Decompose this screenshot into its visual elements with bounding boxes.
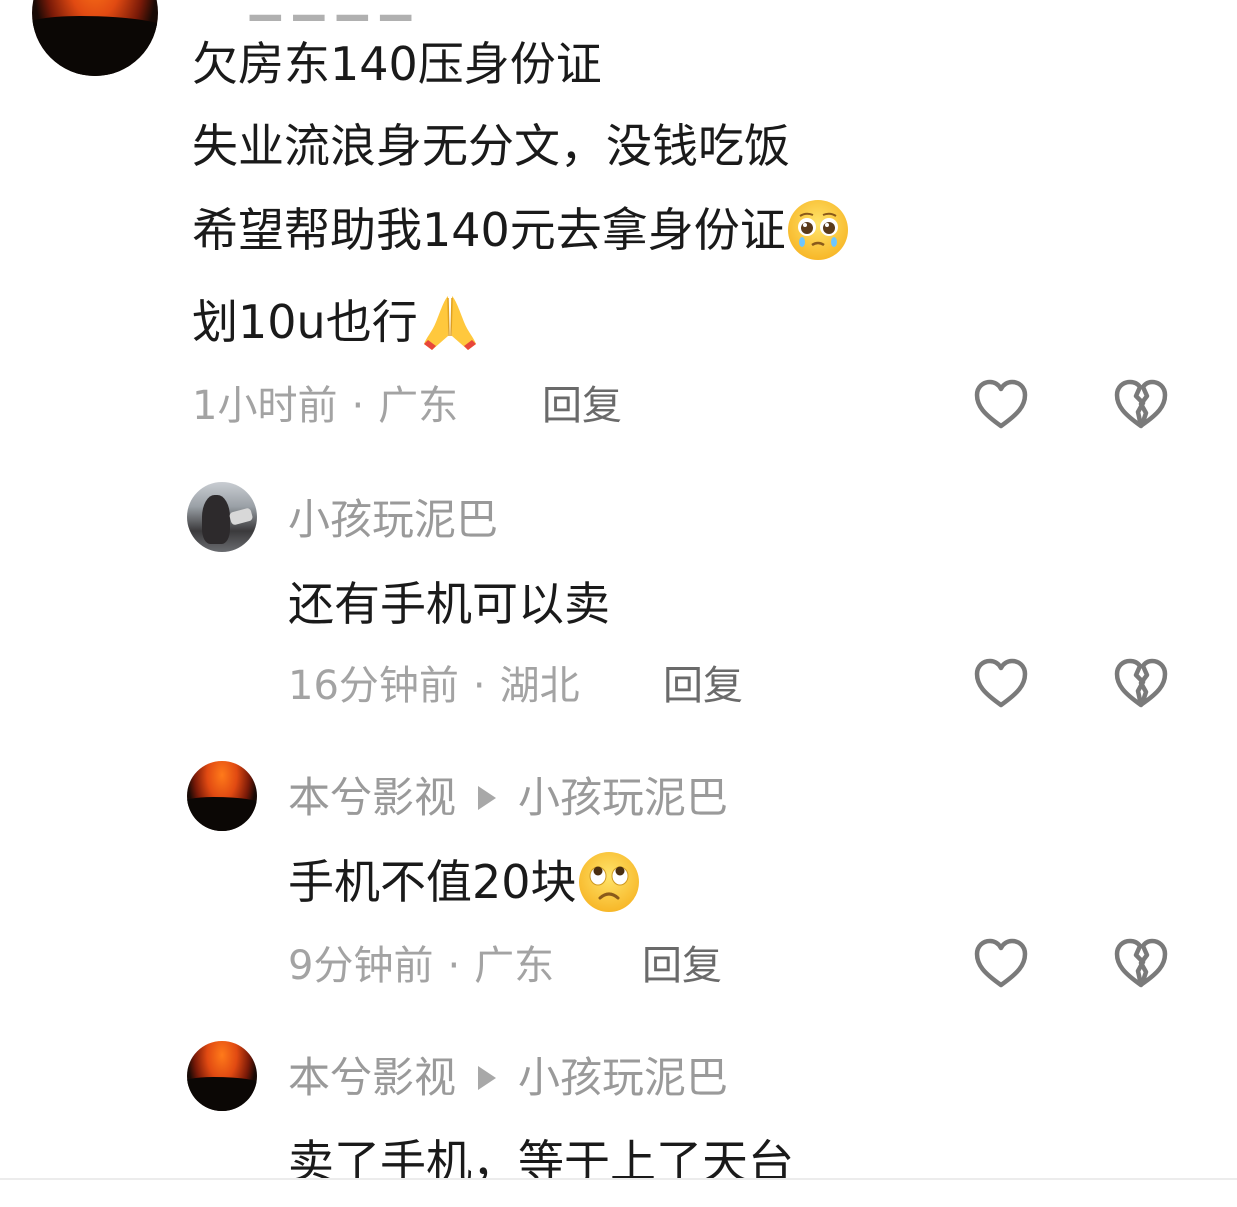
comment-author-line: 本兮影视 小孩玩泥巴 [288,770,728,826]
comment-text-line: 希望帮助我140元去拿身份证 [192,199,850,266]
frowning-face-rolling-eyes-emoji [578,851,639,912]
reply-button[interactable]: 回复 [542,378,622,434]
avatar[interactable] [187,761,257,831]
comment-text: 卖了手机，等于上了天台 [288,1135,794,1178]
cut-off-author-name: ▁ ▁ ▁ ▁ [250,0,411,18]
pleading-face-emoji [787,199,848,260]
broken-heart-outline-icon[interactable] [1112,935,1170,993]
comment-meta: 16分钟前 · 湖北 [288,658,580,714]
comment-author[interactable]: 本兮影视 [288,1053,456,1102]
comment-meta: 1小时前 · 广东 [192,378,458,434]
avatar[interactable] [187,1041,257,1111]
meta-separator: · [447,943,461,989]
heart-outline-icon[interactable] [972,376,1030,434]
heart-outline-icon[interactable] [972,935,1030,993]
bottom-divider [0,1178,1237,1180]
comment-text-line: 欠房东140压身份证 [192,37,602,91]
comment-author[interactable]: 本兮影视 [288,773,456,822]
comment-time: 9分钟前 [288,943,434,989]
comment-author[interactable]: 小孩玩泥巴 [288,492,498,548]
meta-separator: · [351,383,365,429]
comment-time: 1小时前 [192,383,338,429]
comment-text-line: 手机不值20块 [288,851,641,918]
broken-heart-outline-icon[interactable] [1112,655,1170,713]
avatar[interactable] [32,0,158,76]
comment-author-line: 本兮影视 小孩玩泥巴 [288,1050,728,1106]
reply-arrow-icon [478,1065,497,1090]
comment-time: 16分钟前 [288,663,459,709]
comment-text-line: 划10u也行 [192,292,482,358]
heart-outline-icon[interactable] [972,655,1030,713]
comment-text: 还有手机可以卖 [288,577,610,631]
comment-location: 湖北 [499,663,580,709]
comment-meta: 9分钟前 · 广东 [288,938,554,994]
comment-list: ▁ ▁ ▁ ▁ 欠房东140压身份证 失业流浪身无分文，没钱吃饭 希望帮助我14… [0,0,1237,1178]
folded-hands-emoji [423,295,476,350]
reply-to-user[interactable]: 小孩玩泥巴 [518,773,728,822]
comment-location: 广东 [474,943,555,989]
avatar[interactable] [187,482,257,552]
meta-separator: · [472,663,486,709]
reply-arrow-icon [478,785,497,810]
broken-heart-outline-icon[interactable] [1112,376,1170,434]
comment-text-line: 失业流浪身无分文，没钱吃饭 [192,119,790,173]
comment-location: 广东 [378,383,459,429]
reply-button[interactable]: 回复 [642,938,722,994]
reply-to-user[interactable]: 小孩玩泥巴 [518,1053,728,1102]
reply-button[interactable]: 回复 [663,658,743,714]
